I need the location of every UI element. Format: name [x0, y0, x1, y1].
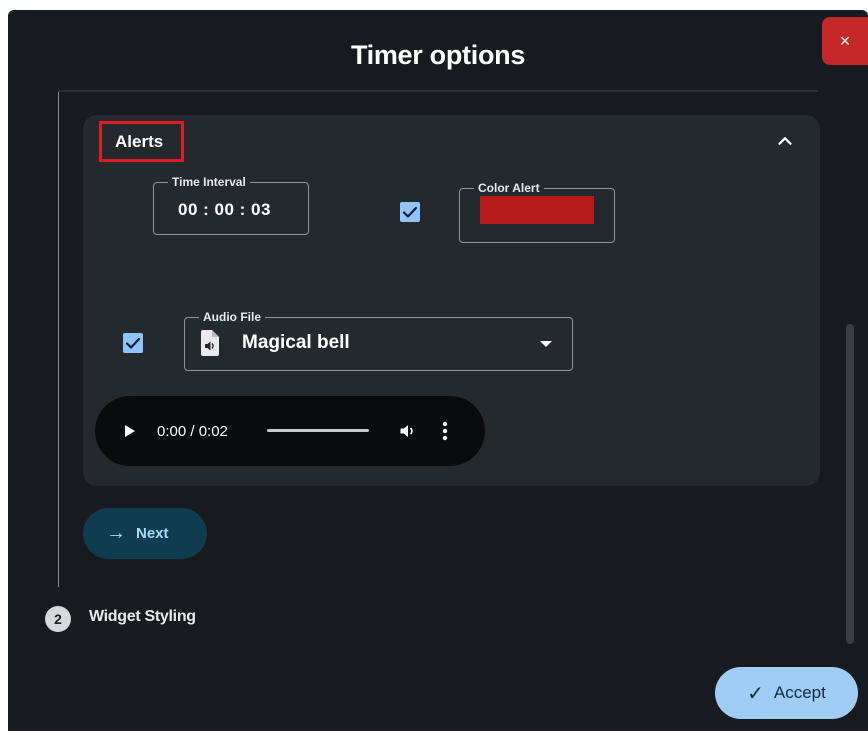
audio-player: 0:00 / 0:02 — [95, 396, 485, 466]
scrollbar[interactable] — [846, 324, 854, 644]
player-time: 0:00 / 0:02 — [157, 423, 228, 440]
play-icon[interactable] — [125, 425, 135, 437]
accept-button-label: Accept — [773, 683, 826, 702]
audio-file-checkbox[interactable] — [123, 333, 143, 353]
alerts-header[interactable]: Alerts — [99, 121, 184, 162]
title-divider — [58, 90, 818, 92]
alerts-header-label: Alerts — [115, 131, 164, 151]
time-interval-label: Time Interval — [168, 174, 250, 190]
check-icon — [125, 337, 141, 349]
check-icon: ✓ — [747, 682, 764, 705]
step-number-badge: 2 — [45, 606, 71, 632]
accept-button[interactable]: ✓ Accept — [715, 667, 858, 719]
color-alert-label: Color Alert — [474, 180, 544, 196]
stepper-line — [58, 92, 59, 587]
check-icon — [402, 206, 418, 218]
audio-file-value: Magical bell — [242, 332, 350, 353]
dialog-title: Timer options — [350, 40, 526, 70]
color-alert-checkbox[interactable] — [400, 202, 420, 222]
time-interval-field[interactable]: Time Interval 00 : 00 : 03 — [153, 174, 309, 235]
audio-file-label: Audio File — [199, 309, 265, 325]
step-widget-styling-label[interactable]: Widget Styling — [89, 608, 196, 626]
color-swatch[interactable] — [480, 196, 594, 224]
volume-icon[interactable] — [398, 421, 418, 441]
more-options-icon[interactable] — [442, 420, 448, 442]
next-button[interactable]: → Next — [83, 508, 207, 559]
color-alert-field[interactable]: Color Alert — [459, 180, 615, 243]
audio-file-icon — [201, 330, 219, 356]
audio-file-select[interactable]: Audio File Magical bell — [184, 309, 573, 371]
player-progress-bar[interactable] — [267, 429, 369, 432]
time-interval-value[interactable]: 00 : 00 : 03 — [178, 200, 271, 220]
dropdown-arrow-icon[interactable] — [540, 341, 552, 347]
next-button-label: Next — [136, 525, 169, 542]
arrow-right-icon: → — [106, 522, 126, 544]
chevron-up-icon[interactable] — [774, 130, 796, 152]
